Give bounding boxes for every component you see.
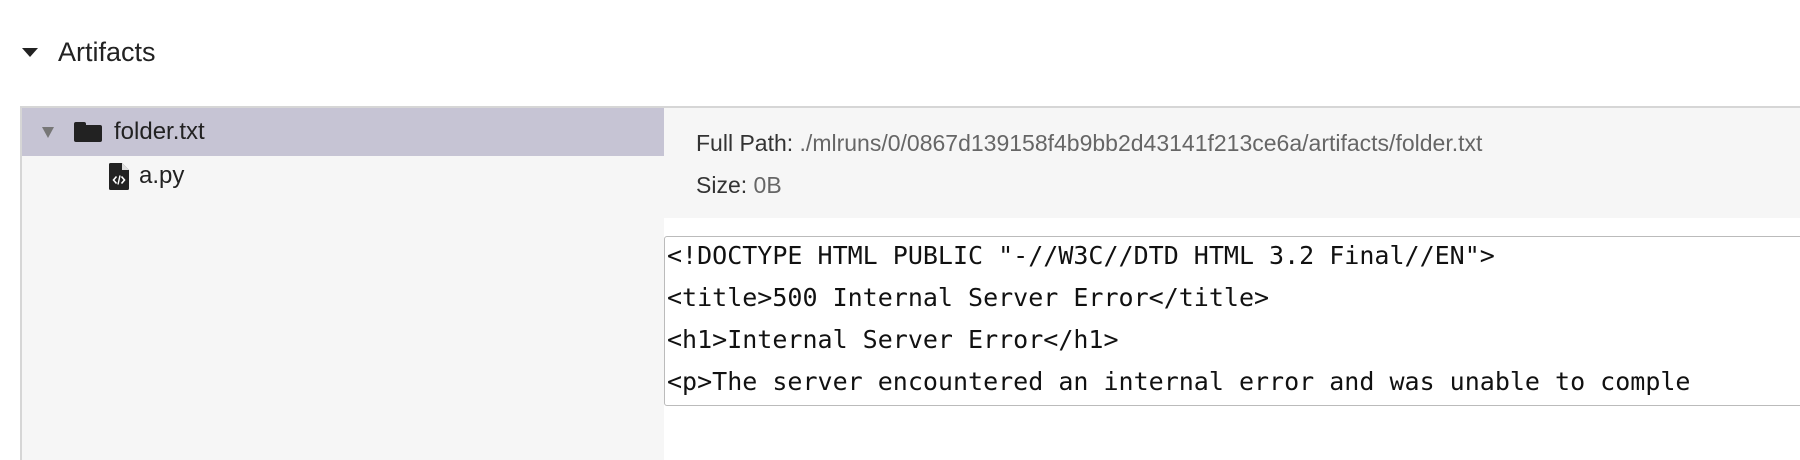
preview-line: <h1>Internal Server Error</h1> bbox=[667, 325, 1119, 354]
tree-item-file[interactable]: a.py bbox=[22, 152, 664, 200]
section-title: Artifacts bbox=[58, 36, 156, 67]
preview-line: <!DOCTYPE HTML PUBLIC "-//W3C//DTD HTML … bbox=[667, 241, 1495, 270]
tree-item-label: a.py bbox=[139, 162, 185, 189]
tree-item-label: folder.txt bbox=[114, 118, 205, 145]
tree-item-folder[interactable]: folder.txt bbox=[22, 108, 664, 156]
preview-line: <p>The server encountered an internal er… bbox=[667, 367, 1691, 396]
folder-icon bbox=[74, 122, 102, 142]
file-preview[interactable]: <!DOCTYPE HTML PUBLIC "-//W3C//DTD HTML … bbox=[664, 236, 1800, 406]
preview-line: <title>500 Internal Server Error</title> bbox=[667, 283, 1270, 312]
artifact-browser: folder.txt a.py Full Path: ./mlruns/0/08… bbox=[20, 106, 1800, 460]
tree-toggle-icon[interactable] bbox=[42, 126, 54, 138]
artifacts-section-header[interactable]: Artifacts bbox=[22, 30, 156, 74]
caret-down-icon bbox=[22, 47, 38, 57]
artifact-metadata: Full Path: ./mlruns/0/0867d139158f4b9bb2… bbox=[664, 108, 1800, 218]
full-path: Full Path: ./mlruns/0/0867d139158f4b9bb2… bbox=[696, 130, 1482, 157]
artifact-tree: folder.txt a.py bbox=[22, 108, 664, 460]
size-value: 0B bbox=[753, 172, 782, 198]
full-path-value: ./mlruns/0/0867d139158f4b9bb2d43141f213c… bbox=[799, 130, 1483, 156]
file-size: Size: 0B bbox=[696, 172, 782, 199]
size-label: Size: bbox=[696, 172, 748, 198]
full-path-label: Full Path: bbox=[696, 130, 794, 156]
file-code-icon bbox=[109, 162, 129, 190]
artifact-details: Full Path: ./mlruns/0/0867d139158f4b9bb2… bbox=[664, 108, 1800, 460]
